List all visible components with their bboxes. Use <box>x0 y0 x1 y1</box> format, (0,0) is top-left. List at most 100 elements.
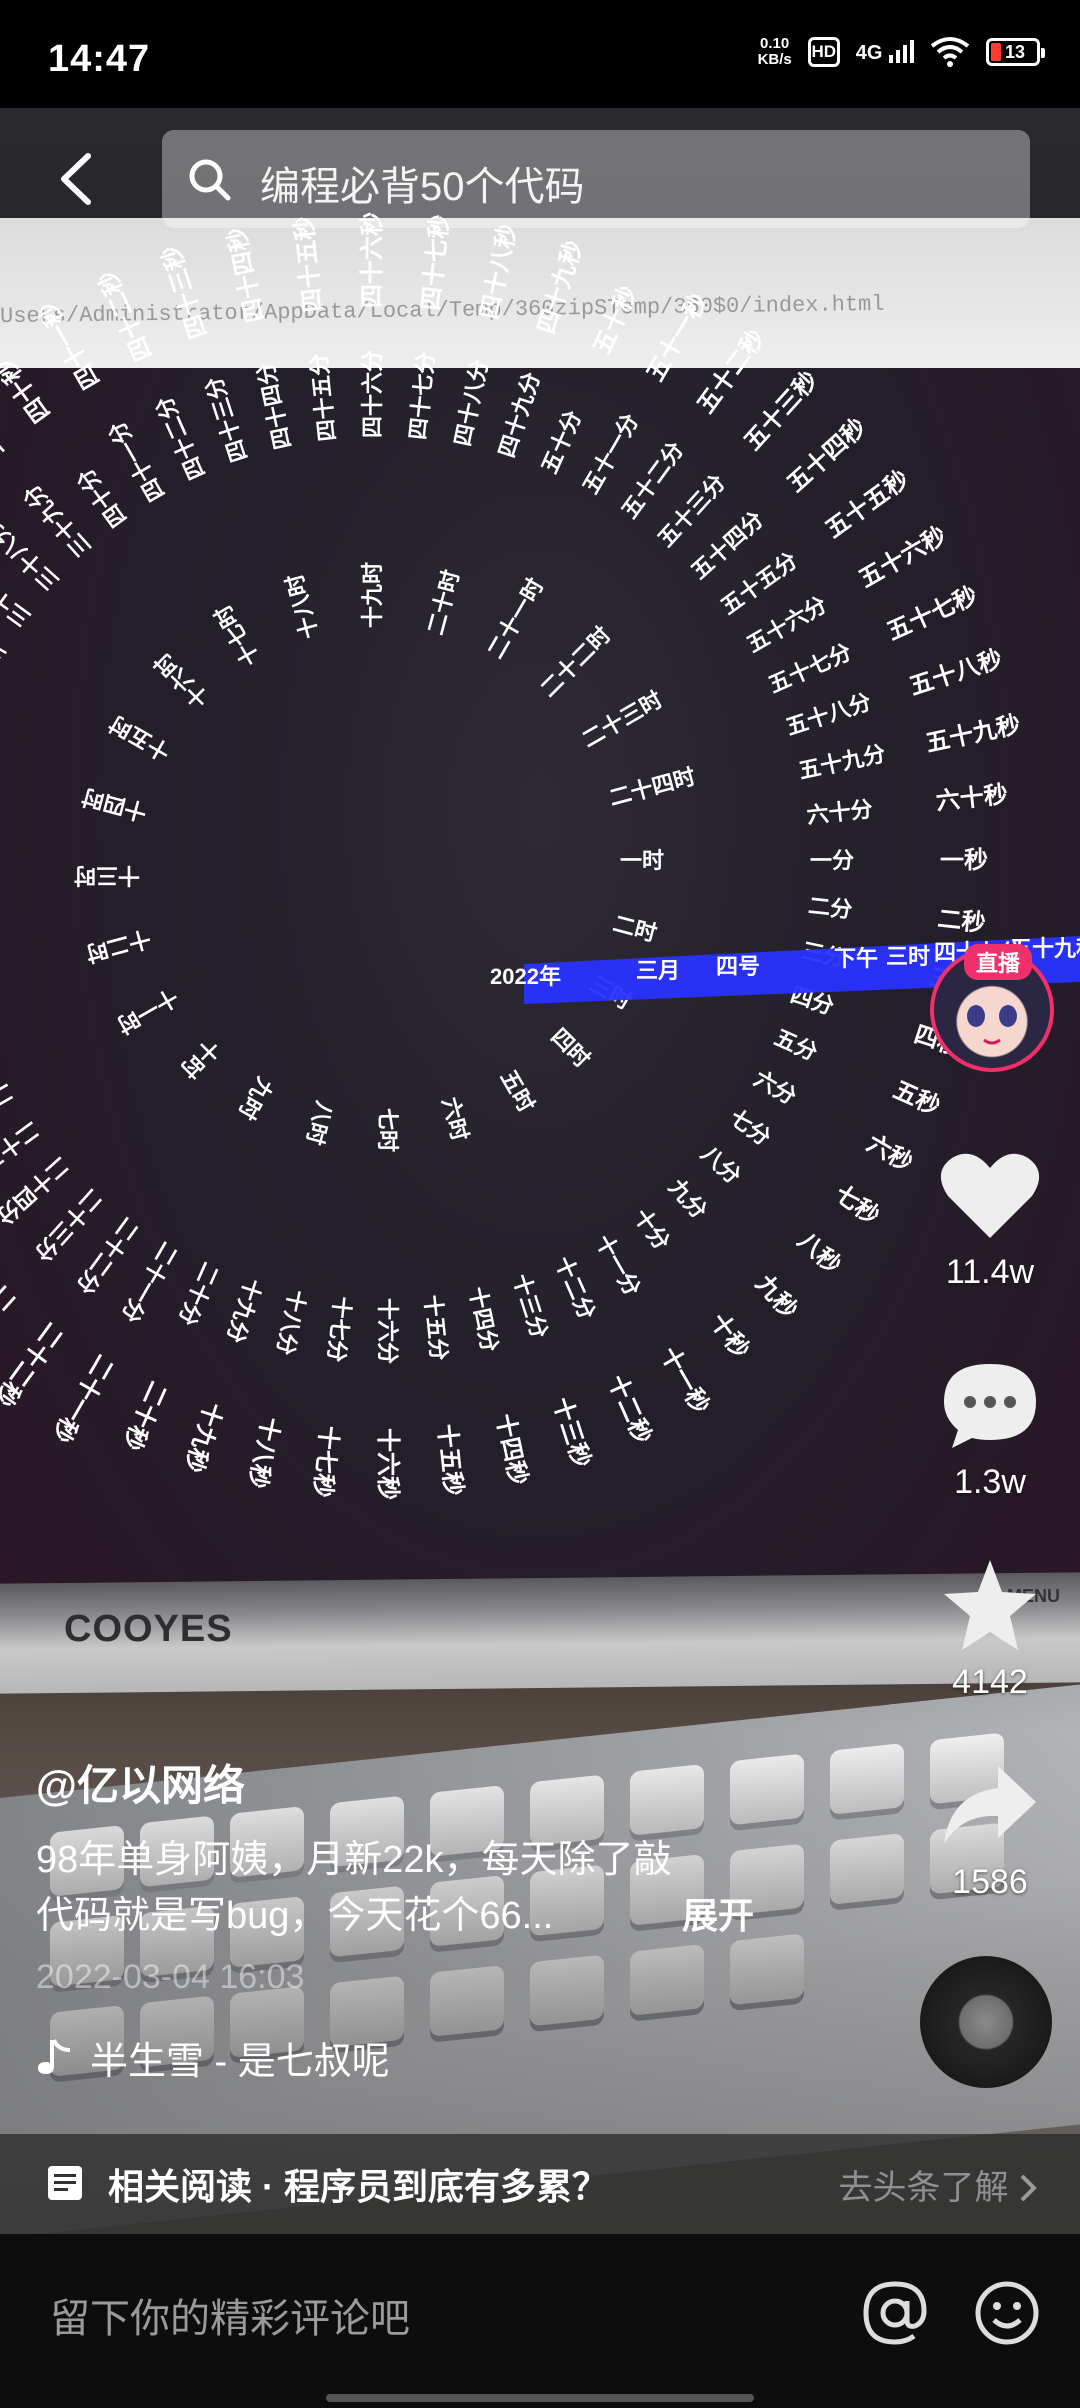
clock-tick-label: 七时 <box>375 1108 400 1152</box>
at-mention-icon[interactable] <box>860 2278 930 2348</box>
clock-tick-label: 四十二分 <box>151 393 210 484</box>
clock-tick-label: 二分 <box>807 893 853 922</box>
like-count: 11.4w <box>945 1253 1035 1291</box>
clock-tick-label: 十六秒 <box>374 1428 401 1500</box>
clock-tick-label: 五十八秒 <box>906 645 1006 700</box>
clock-day: 四号 <box>716 954 760 979</box>
clock-tick-label: 六十分 <box>806 796 874 828</box>
comment-input[interactable]: 留下你的精彩评论吧 <box>50 2286 410 2344</box>
clock-tick-label: 十七秒 <box>308 1424 342 1498</box>
clock-tick-label: 二十时 <box>423 567 464 637</box>
clock-tick-label: 十九分 <box>222 1275 266 1346</box>
clock-tick-label: 四十八秒 <box>476 222 522 322</box>
clock-tick-label: 四十三秒 <box>157 242 212 342</box>
hd-icon: HD <box>807 37 840 67</box>
clock-tick-label: 四十四分 <box>253 360 296 451</box>
music-link[interactable]: 半生雪 - 是七叔呢 <box>36 2030 390 2085</box>
clock-ampm: 下午 <box>834 946 878 971</box>
music-title: 半生雪 - 是七叔呢 <box>90 2041 390 2083</box>
clock-tick-label: 二十四时 <box>607 764 698 811</box>
status-time: 14:47 <box>48 38 151 80</box>
clock-tick-label: 二秒 <box>936 906 987 938</box>
post-timestamp: 2022-03-04 16:03 <box>36 1958 305 1996</box>
clock-tick-label: 五十六分 <box>742 592 831 658</box>
comment-button[interactable]: 1.3w <box>930 1358 1050 1502</box>
clock-tick-label: 二十三时 <box>578 687 667 753</box>
clock-tick-label: 二十一时 <box>483 574 549 663</box>
clock-tick-label: 四十分 <box>72 464 131 532</box>
clock-tick-label: 十九秒 <box>179 1399 227 1476</box>
clock-tick-label: 四十九分 <box>494 369 545 460</box>
clock-tick-label: 四十六分 <box>360 350 385 438</box>
back-button[interactable] <box>52 152 102 206</box>
share-button[interactable]: 1586 <box>930 1758 1050 1902</box>
clock-ring-hours: 一时二时三时四时五时六时七时八时九时十时十一时十二时十三时十四时十五时十六时十七… <box>74 562 698 1152</box>
clock-tick-label: 十八分 <box>272 1288 310 1358</box>
clock-tick-label: 十三时 <box>74 863 140 888</box>
clock-tick-label: 四十九秒 <box>533 238 588 338</box>
clock-tick-label: 四十七分 <box>405 351 439 441</box>
clock-tick-label: 四十二秒 <box>94 266 158 365</box>
favorite-button[interactable]: 4142 <box>930 1558 1050 1702</box>
clock-tick-label: 四十一分 <box>104 417 170 506</box>
emoji-icon[interactable] <box>972 2278 1042 2348</box>
related-link[interactable]: 去头条了解 <box>839 2160 1040 2209</box>
clock-tick-label: 十二秒 <box>602 1371 656 1448</box>
related-reading-bar[interactable]: 相关阅读 · 程序员到底有多累？ 去头条了解 <box>0 2134 1080 2234</box>
home-indicator[interactable] <box>326 2394 754 2402</box>
star-icon <box>944 1560 1036 1650</box>
clock-tick-label: 十九时 <box>360 562 385 628</box>
clock-tick-label: 五十九分 <box>796 741 887 784</box>
clock-tick-label: 十分 <box>629 1204 675 1254</box>
clock-tick-label: 一分 <box>810 848 854 873</box>
search-query: 编程必背50个代码 <box>260 165 585 209</box>
clock-tick-label: 十一秒 <box>655 1343 714 1419</box>
clock-tick-label: 十二时 <box>83 925 153 966</box>
clock-year: 2022年 <box>490 964 561 989</box>
clock-tick-label: 五十七秒 <box>883 582 982 646</box>
clock-tick-label: 六分 <box>750 1066 801 1110</box>
author-name[interactable]: @亿以网络 <box>36 1752 245 1813</box>
clock-tick-label: 四十三分 <box>201 374 252 465</box>
music-disc-button[interactable] <box>920 1956 1052 2088</box>
clock-tick-label: 六时 <box>437 1095 473 1144</box>
clock-tick-label: 九分 <box>663 1173 712 1223</box>
clock-tick-label: 十四秒 <box>491 1411 532 1487</box>
status-bar: 14:47 0.10 KB/s HD 4G 13 <box>0 0 1080 108</box>
comment-bar: 留下你的精彩评论吧 <box>0 2234 1080 2408</box>
clock-tick-label: 十七分 <box>323 1295 355 1363</box>
description-line-1: 98年单身阿姨，月新22k，每天除了敲 <box>36 1839 672 1881</box>
search-bar[interactable]: 编程必背50个代码 <box>162 130 1030 228</box>
status-icons: 0.10 KB/s HD 4G 13 <box>758 36 1045 68</box>
network-speed-unit: KB/s <box>757 51 792 68</box>
clock-tick-label: 一秒 <box>940 847 988 874</box>
clock-tick-label: 五时 <box>496 1066 540 1117</box>
expand-button[interactable]: 展开 <box>682 1887 754 1939</box>
clock-tick-label: 五十二秒 <box>692 325 770 419</box>
network-type: 4G <box>855 42 883 64</box>
comment-icon <box>944 1364 1036 1448</box>
clock-tick-label: 五十九秒 <box>923 711 1023 757</box>
clock-tick-label: 七秒 <box>829 1180 884 1230</box>
network-speed: 0.10 KB/s <box>758 36 792 68</box>
clock-tick-label: 五十四秒 <box>782 413 871 497</box>
clock-tick-label: 五十六秒 <box>855 522 952 593</box>
clock-tick-label: 八秒 <box>792 1227 846 1279</box>
chevron-right-icon <box>1020 2174 1037 2202</box>
clock-tick-label: 十二分 <box>550 1253 600 1323</box>
heart-icon <box>940 1153 1040 1238</box>
chevron-left-icon <box>61 153 91 205</box>
clock-tick-label: 十时 <box>176 1034 225 1083</box>
like-button[interactable]: 11.4w <box>930 1148 1050 1292</box>
clock-tick-label: 八分 <box>696 1141 745 1189</box>
clock-tick-label: 十五秒 <box>433 1423 467 1497</box>
clock-tick-label: 十四分 <box>465 1284 503 1354</box>
clock-tick-label: 五十秒 <box>589 282 643 359</box>
monitor-brand: COOYES <box>64 1608 233 1650</box>
related-title: 相关阅读 · 程序员到底有多累？ <box>108 2166 608 2207</box>
clock-tick-label: 二十二时 <box>536 622 616 702</box>
clock-hour: 三时 <box>886 944 930 969</box>
clock-ring-minutes: 一分二分三分四分五分六分七分八分九分十分十一分十二分十三分十四分十五分十六分十七… <box>0 350 888 1364</box>
clock-tick-label: 四时 <box>546 1024 595 1073</box>
clock-tick-label: 二十二秒 <box>0 1317 68 1411</box>
